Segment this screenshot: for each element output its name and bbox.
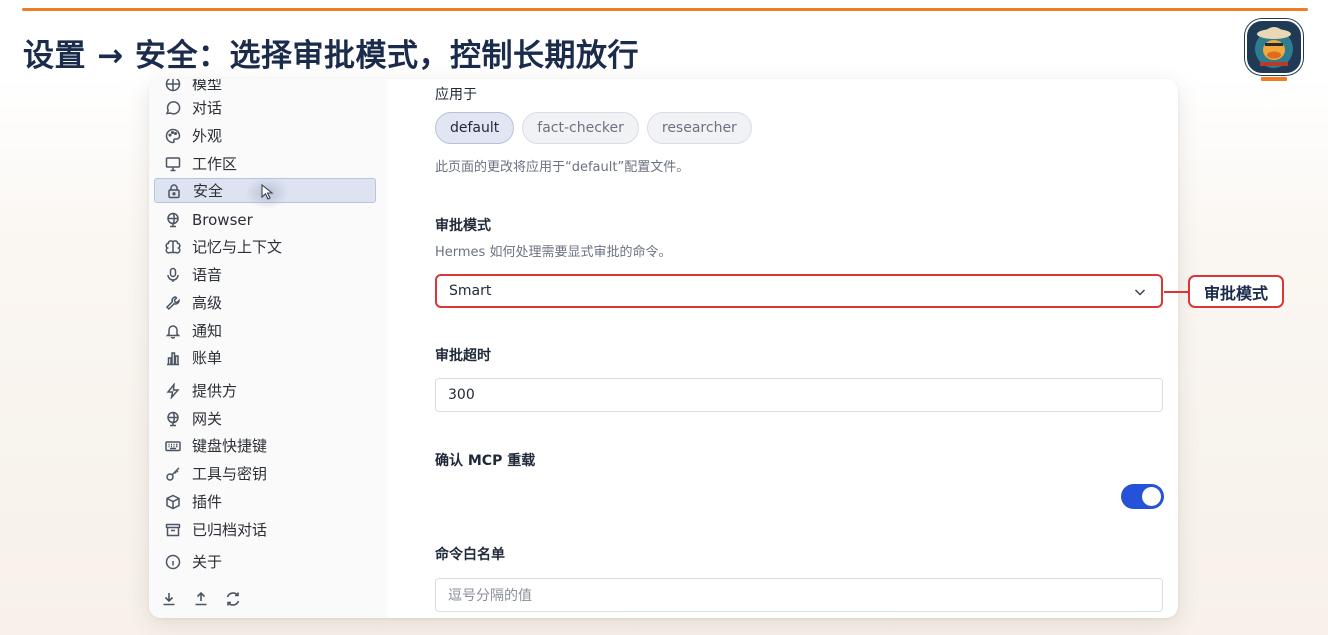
approval-mode-value: Smart [449, 283, 492, 299]
profile-chip-researcher[interactable]: researcher [646, 112, 752, 144]
sidebar-item-providers[interactable]: 提供方 [154, 378, 376, 403]
sidebar-item-browser[interactable]: Browser [154, 207, 376, 232]
settings-sidebar: 模型 对话 外观 工作区 安全 Browser 记忆与上下文 语音 高级 通知 … [149, 79, 387, 618]
download-icon[interactable] [160, 590, 178, 608]
sidebar-item-label: 工具与密钥 [192, 465, 268, 483]
command-allowlist-label: 命令白名单 [435, 547, 505, 563]
archive-icon [164, 521, 182, 539]
sidebar-item-label: 通知 [192, 322, 223, 340]
sidebar-item-notifications[interactable]: 通知 [154, 318, 376, 343]
approval-mode-hint: Hermes 如何处理需要显式审批的命令。 [435, 245, 672, 260]
approval-mode-label: 审批模式 [435, 218, 491, 234]
keyboard-icon [164, 437, 182, 455]
approval-timeout-label: 审批超时 [435, 348, 491, 364]
sidebar-item-about[interactable]: 关于 [154, 549, 376, 574]
sidebar-item-plugins[interactable]: 插件 [154, 489, 376, 514]
sidebar-item-label: 外观 [192, 127, 223, 145]
sidebar-item-label: 安全 [193, 182, 224, 200]
brain-icon [164, 238, 182, 256]
sidebar-item-billing[interactable]: 账单 [154, 345, 376, 370]
sidebar-item-label: 对话 [192, 99, 223, 117]
chat-bubble-icon [164, 99, 182, 117]
profile-chips: default fact-checker researcher [435, 112, 752, 144]
profile-chip-fact-checker[interactable]: fact-checker [522, 112, 639, 144]
refresh-icon[interactable] [224, 590, 242, 608]
settings-window: 模型 对话 外观 工作区 安全 Browser 记忆与上下文 语音 高级 通知 … [149, 79, 1178, 618]
sidebar-item-label: Browser [192, 210, 253, 229]
sidebar-item-label: 账单 [192, 349, 223, 367]
profile-chip-default[interactable]: default [435, 112, 515, 144]
sidebar-item-label: 插件 [192, 493, 223, 511]
microphone-icon [164, 266, 182, 284]
bar-chart-icon [164, 349, 182, 367]
command-allowlist-input[interactable]: 逗号分隔的值 [435, 578, 1163, 612]
chevron-down-icon [1134, 289, 1146, 296]
sidebar-item-label: 工作区 [192, 155, 238, 173]
sidebar-item-label: 语音 [192, 266, 223, 284]
approval-mode-select[interactable]: Smart [435, 274, 1163, 308]
command-allowlist-placeholder: 逗号分隔的值 [448, 588, 532, 604]
monitor-icon [164, 155, 182, 173]
info-icon [164, 553, 182, 571]
approval-timeout-value: 300 [448, 387, 475, 403]
sidebar-item-label: 记忆与上下文 [192, 238, 283, 256]
sidebar-item-voice[interactable]: 语音 [154, 262, 376, 287]
palette-icon [164, 127, 182, 145]
globe-icon [164, 410, 182, 428]
sidebar-item-label: 模型 [192, 79, 223, 93]
top-accent-rule [22, 8, 1308, 11]
approval-timeout-input[interactable]: 300 [435, 378, 1163, 412]
slide-title: 设置 → 安全：选择审批模式，控制长期放行 [23, 38, 640, 74]
toggle-knob [1142, 487, 1161, 506]
security-settings-panel: 应用于 default fact-checker researcher 此页面的… [435, 79, 1165, 618]
lock-icon [165, 182, 183, 200]
sidebar-item-label: 已归档对话 [192, 521, 268, 539]
confirm-mcp-reload-toggle[interactable] [1121, 484, 1164, 509]
mouse-cursor-icon [261, 184, 274, 200]
package-icon [164, 493, 182, 511]
sidebar-item-advanced[interactable]: 高级 [154, 290, 376, 315]
bell-icon [164, 322, 182, 340]
sidebar-item-label: 键盘快捷键 [192, 437, 268, 455]
globe-icon [164, 211, 182, 229]
profile-hint: 此页面的更改将应用于“default”配置文件。 [435, 160, 690, 175]
sidebar-item-tools-keys[interactable]: 工具与密钥 [154, 461, 376, 486]
confirm-mcp-reload-label: 确认 MCP 重载 [435, 453, 536, 469]
approval-mode-callout: 审批模式 [1188, 275, 1284, 308]
sidebar-item-workspace[interactable]: 工作区 [154, 151, 376, 176]
key-icon [164, 465, 182, 483]
sidebar-item-memory-context[interactable]: 记忆与上下文 [154, 234, 376, 259]
sidebar-bottom-tools [160, 590, 242, 608]
sidebar-item-label: 高级 [192, 294, 223, 312]
applies-to-label: 应用于 [435, 87, 477, 103]
sidebar-item-model[interactable]: 模型 [154, 79, 376, 96]
sidebar-item-gateway[interactable]: 网关 [154, 406, 376, 431]
sidebar-item-chat[interactable]: 对话 [154, 95, 376, 120]
mascot-logo [1243, 17, 1305, 81]
sidebar-item-label: 网关 [192, 410, 223, 428]
lightning-icon [164, 382, 182, 400]
upload-icon[interactable] [192, 590, 210, 608]
wrench-icon [164, 294, 182, 312]
callout-connector [1164, 291, 1188, 293]
sidebar-item-archived-chats[interactable]: 已归档对话 [154, 517, 376, 542]
sidebar-item-keyboard-shortcuts[interactable]: 键盘快捷键 [154, 433, 376, 458]
model-icon [164, 79, 182, 93]
sidebar-item-label: 提供方 [192, 382, 238, 400]
sidebar-item-appearance[interactable]: 外观 [154, 123, 376, 148]
sidebar-item-label: 关于 [192, 553, 223, 571]
